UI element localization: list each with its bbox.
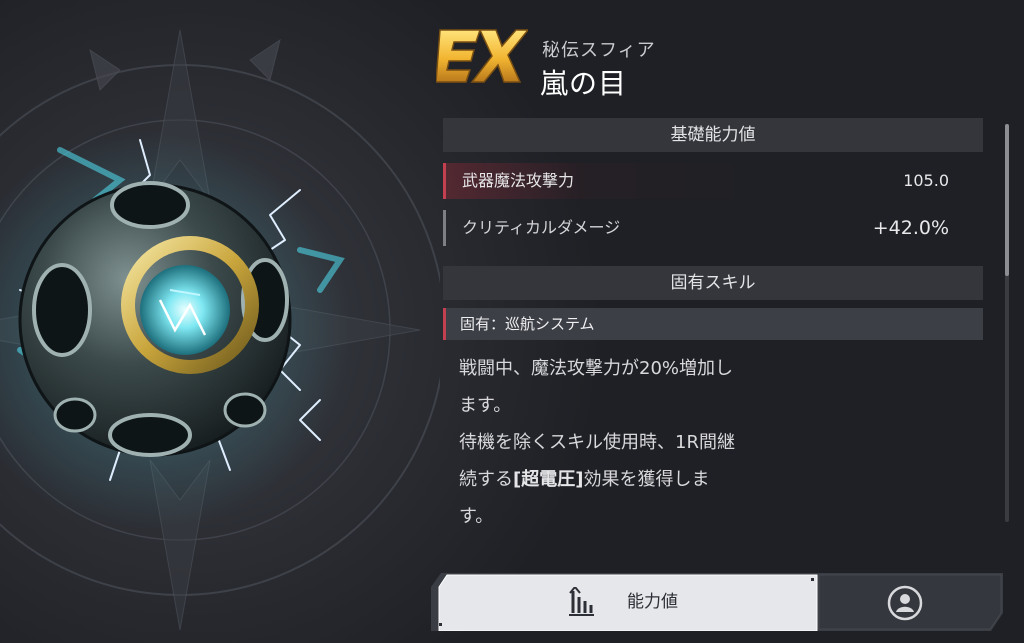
skill-description: 戦闘中、魔法攻撃力が20%増加し ます。 待機を除くスキル使用時、1R間継 続す…: [443, 340, 849, 535]
skill-desc-line: す。: [459, 506, 494, 527]
skill-desc-line: ます。: [459, 395, 512, 416]
tab-profile[interactable]: [819, 573, 1003, 631]
storm-eye-sphere-illustration: [0, 29, 440, 631]
profile-icon: [887, 585, 923, 625]
sphere-orb: [18, 181, 292, 457]
base-stats-header: 基礎能力値: [443, 118, 983, 152]
stat-name: 武器魔法攻撃力: [462, 171, 575, 190]
skill-desc-text: 続する: [459, 469, 513, 490]
sphere-detail-screen: 秘伝スフィア 嵐の目 基礎能力値 武器魔法攻撃力 105.0 クリティカルダメー…: [0, 0, 1024, 643]
skill-desc-text: 効果を獲得しま: [583, 469, 710, 490]
unique-skill-header: 固有スキル: [443, 266, 983, 300]
stat-value: +42.0%: [872, 217, 949, 239]
bar-chart-icon: [567, 585, 595, 621]
stat-value: 105.0: [903, 171, 949, 190]
tab-stats-label: 能力値: [627, 592, 678, 612]
bottom-tab-bar: 能力値: [431, 573, 1003, 631]
item-artwork: [0, 0, 440, 643]
skill-desc-line: 待機を除くスキル使用時、1R間継: [459, 432, 735, 453]
skill-name: 固有：巡航システム: [443, 308, 983, 340]
ex-rank-badge: [435, 24, 530, 90]
super-voltage-keyword[interactable]: [超電圧]: [513, 469, 583, 490]
item-type-label: 秘伝スフィア: [542, 40, 656, 61]
skill-desc-line: 戦闘中、魔法攻撃力が20%増加し: [459, 358, 734, 379]
skill-desc-line: 続する[超電圧]効果を獲得しま: [459, 461, 839, 498]
item-info-panel[interactable]: 基礎能力値 武器魔法攻撃力 105.0 クリティカルダメージ +42.0% 固有…: [443, 118, 983, 550]
ex-rank-icon: [435, 29, 530, 83]
stat-row-weapon-magic-attack: 武器魔法攻撃力 105.0: [443, 163, 983, 199]
item-name: 嵐の目: [540, 67, 628, 100]
stat-row-critical-damage: クリティカルダメージ +42.0%: [443, 210, 983, 246]
item-header: 秘伝スフィア 嵐の目: [435, 24, 996, 104]
stat-name: クリティカルダメージ: [462, 218, 621, 237]
panel-scrollbar-thumb[interactable]: [1005, 124, 1009, 276]
tab-stats[interactable]: 能力値: [439, 573, 815, 631]
